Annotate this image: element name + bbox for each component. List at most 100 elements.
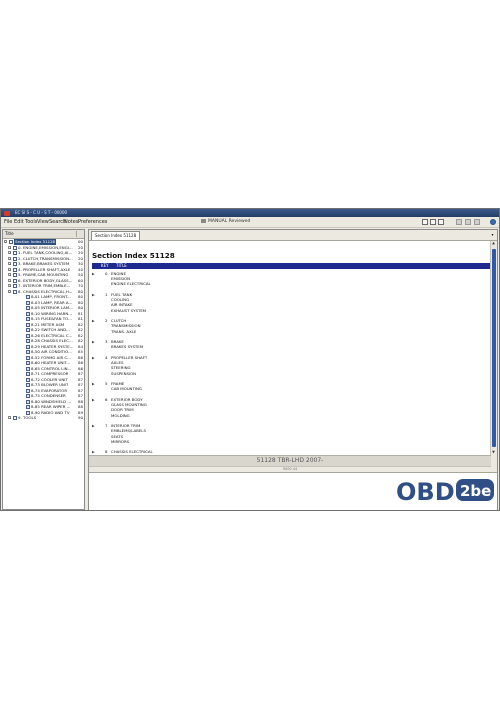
- menu-view[interactable]: View: [37, 217, 49, 227]
- tab-section-index[interactable]: Section Index 51128: [91, 231, 141, 240]
- document-icon: [26, 394, 30, 398]
- tree-item-label: 9. TOOLS: [18, 415, 37, 420]
- document-icon: [26, 377, 30, 382]
- section-link[interactable]: CAB MOUNTING: [111, 386, 142, 391]
- arrow-right-icon[interactable]: [92, 292, 95, 298]
- back-icon[interactable]: [456, 219, 462, 225]
- help-icon[interactable]: [490, 219, 496, 225]
- tree-list: - Section Index 51128 00 +0. ENGINE,EMISSIO…: [3, 239, 84, 421]
- menu-file[interactable]: File: [4, 217, 12, 227]
- section-link[interactable]: EXHAUST SYSTEM: [111, 308, 146, 313]
- document-icon: [26, 322, 30, 327]
- section-key: 3: [105, 339, 108, 345]
- section-link[interactable]: SUSPENSION: [111, 371, 136, 376]
- section-key: 5: [105, 381, 108, 387]
- section-key: 0: [105, 271, 108, 276]
- menu-notes[interactable]: Notes: [64, 217, 78, 227]
- document-icon: [26, 366, 30, 371]
- expand-icon[interactable]: +: [8, 256, 12, 260]
- expand-icon[interactable]: +: [8, 245, 12, 249]
- document-icon: [26, 328, 30, 332]
- document-title-text: MANUAL Reviewed: [208, 219, 251, 224]
- document-icon: [26, 410, 30, 415]
- tab-bar: Section Index 51128 ▾: [89, 230, 497, 241]
- collapse-icon[interactable]: -: [8, 289, 11, 293]
- section-key: 7: [105, 423, 108, 429]
- expand-icon[interactable]: +: [8, 273, 12, 277]
- logo-text-b: 2be: [460, 482, 491, 500]
- tree-header: Title: [3, 230, 84, 239]
- table-header: KEY TITLE: [92, 263, 490, 269]
- expand-icon[interactable]: +: [8, 262, 12, 266]
- expand-icon[interactable]: +: [8, 267, 12, 271]
- expand-icon[interactable]: +: [8, 278, 12, 282]
- page-icon[interactable]: [422, 219, 428, 225]
- document-icon: [26, 399, 30, 404]
- page-icon[interactable]: [430, 219, 436, 225]
- menu-tools[interactable]: Tools: [25, 217, 37, 227]
- collapse-icon[interactable]: -: [4, 240, 7, 244]
- document-icon: [26, 361, 30, 365]
- document-icon: [13, 273, 17, 277]
- document-icon: [26, 350, 30, 354]
- menu-bar: File Edit Tools View Search Notes Prefer…: [1, 217, 499, 228]
- menu-edit[interactable]: Edit: [14, 217, 24, 227]
- forward-icon[interactable]: [465, 219, 471, 225]
- arrow-right-icon[interactable]: [92, 423, 95, 429]
- tree-item[interactable]: +9. TOOLS 90: [3, 415, 84, 421]
- document-icon: [13, 267, 17, 272]
- section-key: 6: [105, 397, 108, 402]
- tree-item-page: 90: [78, 415, 83, 420]
- section-link[interactable]: TRANS. AXLE: [111, 329, 136, 334]
- arrow-right-icon[interactable]: [92, 271, 95, 277]
- arrow-right-icon[interactable]: [92, 339, 95, 345]
- print-icon: [201, 218, 206, 223]
- toc-tree-panel: Title - Section Index 51128 00 +0. ENGINE,E…: [2, 229, 85, 510]
- arrow-right-icon[interactable]: [92, 355, 95, 361]
- page-title: Section Index 51128: [92, 251, 175, 260]
- content-panel: Section Index 51128 ▾ Section Index 5112…: [88, 229, 498, 510]
- document-icon: [26, 300, 30, 305]
- section-link[interactable]: MIRRORS: [111, 439, 129, 444]
- document-icon: [26, 383, 30, 387]
- document-icon: [26, 355, 30, 360]
- document-icon: [13, 245, 17, 250]
- application-window: EC SI S - C U - S T - 00000 File Edit To…: [0, 208, 500, 511]
- section-key: 1: [105, 292, 108, 297]
- expand-icon[interactable]: +: [8, 251, 12, 255]
- document-icon: [26, 317, 30, 321]
- document-icon: [9, 240, 13, 244]
- tree-column-divider[interactable]: [76, 231, 81, 237]
- app-icon: [4, 210, 10, 216]
- document-icon: [26, 333, 30, 338]
- scroll-up-icon[interactable]: ▲: [491, 241, 496, 246]
- arrow-right-icon[interactable]: [92, 318, 95, 324]
- document-icon: [26, 344, 30, 349]
- chevron-down-icon[interactable]: ▾: [490, 232, 495, 237]
- document-icon: [26, 405, 30, 409]
- document-icon: [13, 289, 17, 294]
- vertical-scrollbar[interactable]: ▲ ▼: [490, 241, 497, 455]
- scrollbar-thumb[interactable]: [491, 249, 496, 447]
- document-icon: [26, 339, 30, 343]
- menu-preferences[interactable]: Preferences: [78, 217, 107, 227]
- section-link[interactable]: MOLDING: [111, 413, 130, 418]
- home-icon[interactable]: [474, 219, 480, 225]
- document-icon: [13, 256, 17, 261]
- arrow-right-icon[interactable]: [92, 381, 95, 387]
- document-icon: [13, 284, 17, 288]
- scroll-down-icon[interactable]: ▼: [491, 450, 496, 455]
- window-title: EC SI S - C U - S T - 00000: [15, 210, 68, 215]
- document-icon: [13, 262, 17, 266]
- document-icon: [26, 372, 30, 376]
- section-link[interactable]: ENGINE ELECTRICAL: [111, 281, 151, 286]
- print-icon[interactable]: [438, 219, 444, 225]
- document-icon: [26, 295, 30, 299]
- tree-title-column[interactable]: Title: [5, 230, 14, 238]
- document-icon: [26, 388, 30, 393]
- arrow-right-icon[interactable]: [92, 397, 95, 403]
- expand-icon[interactable]: +: [8, 416, 12, 420]
- document-icon: [26, 311, 30, 316]
- section-link[interactable]: BRAKES SYSTEM: [111, 344, 143, 349]
- expand-icon[interactable]: +: [8, 284, 12, 288]
